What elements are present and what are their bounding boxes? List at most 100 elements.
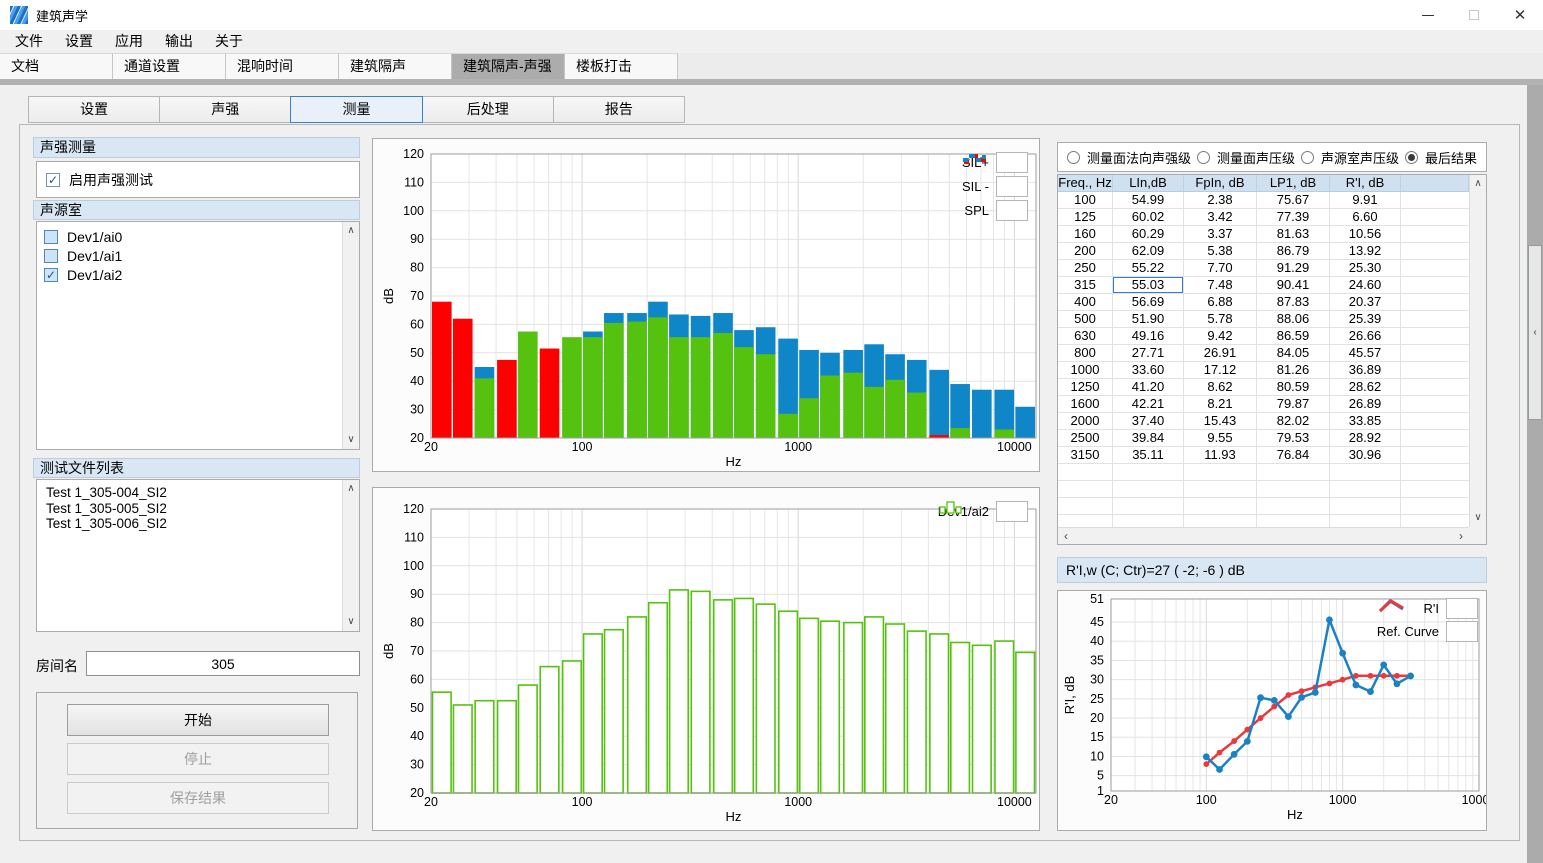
table-cell[interactable]: 160: [1058, 226, 1113, 242]
table-cell[interactable]: 13.92: [1330, 243, 1401, 259]
subtab-2[interactable]: 测量: [290, 96, 422, 123]
table-cell[interactable]: 26.66: [1330, 328, 1401, 344]
table-cell[interactable]: 6.88: [1184, 294, 1257, 310]
table-cell[interactable]: 5.38: [1184, 243, 1257, 259]
table-cell[interactable]: 7.70: [1184, 260, 1257, 276]
table-cell[interactable]: 28.92: [1330, 430, 1401, 446]
radio-icon[interactable]: [1301, 151, 1314, 164]
table-cell[interactable]: 3.37: [1184, 226, 1257, 242]
table-cell[interactable]: 10.56: [1330, 226, 1401, 242]
table-cell[interactable]: 8.21: [1184, 396, 1257, 412]
table-cell[interactable]: 2000: [1058, 413, 1113, 429]
table-cell[interactable]: 33.60: [1113, 362, 1184, 378]
table-cell[interactable]: 2500: [1058, 430, 1113, 446]
table-cell[interactable]: 3150: [1058, 447, 1113, 463]
table-cell[interactable]: 28.62: [1330, 379, 1401, 395]
table-cell[interactable]: 800: [1058, 345, 1113, 361]
table-cell[interactable]: 315: [1058, 277, 1113, 293]
menu-item-2[interactable]: 应用: [104, 30, 154, 53]
channel-item-1[interactable]: Dev1/ai1: [37, 246, 359, 265]
close-icon[interactable]: ✕: [1497, 0, 1543, 30]
enable-si-test-row[interactable]: ✓ 启用声强测试: [36, 161, 360, 198]
table-cell[interactable]: 7.48: [1184, 277, 1257, 293]
table-cell[interactable]: 54.99: [1113, 192, 1184, 208]
table-cell[interactable]: 250: [1058, 260, 1113, 276]
menu-item-4[interactable]: 关于: [204, 30, 254, 53]
enable-si-checkbox[interactable]: ✓: [46, 173, 60, 187]
table-cell[interactable]: 90.41: [1257, 277, 1330, 293]
table-cell[interactable]: 33.85: [1330, 413, 1401, 429]
channel-checkbox[interactable]: [44, 230, 58, 244]
table-cell[interactable]: 39.84: [1113, 430, 1184, 446]
table-cell[interactable]: 87.83: [1257, 294, 1330, 310]
table-cell[interactable]: 25.39: [1330, 311, 1401, 327]
tab-3[interactable]: 建筑隔声: [339, 53, 452, 79]
table-cell[interactable]: 15.43: [1184, 413, 1257, 429]
table-cell[interactable]: 82.02: [1257, 413, 1330, 429]
table-cell[interactable]: 45.57: [1330, 345, 1401, 361]
tab-5[interactable]: 楼板打击: [565, 53, 678, 79]
channel-list-scrollbar[interactable]: ∧ ∨: [342, 222, 359, 449]
radio-icon[interactable]: [1067, 151, 1080, 164]
subtab-4[interactable]: 报告: [553, 96, 685, 123]
table-cell[interactable]: 60.29: [1113, 226, 1184, 242]
table-cell[interactable]: 5.78: [1184, 311, 1257, 327]
table-cell[interactable]: 2.38: [1184, 192, 1257, 208]
table-cell[interactable]: 41.20: [1113, 379, 1184, 395]
room-name-input[interactable]: [86, 651, 360, 676]
table-cell[interactable]: 60.02: [1113, 209, 1184, 225]
radio-icon[interactable]: [1197, 151, 1210, 164]
tab-4[interactable]: 建筑隔声-声强: [452, 53, 565, 79]
table-cell[interactable]: 27.71: [1113, 345, 1184, 361]
table-cell[interactable]: 77.39: [1257, 209, 1330, 225]
table-cell[interactable]: 91.29: [1257, 260, 1330, 276]
table-cell[interactable]: 86.79: [1257, 243, 1330, 259]
scroll-down-icon[interactable]: ∨: [343, 617, 359, 627]
table-cell[interactable]: 55.22: [1113, 260, 1184, 276]
table-cell[interactable]: 9.91: [1330, 192, 1401, 208]
scroll-down-icon[interactable]: ∨: [343, 435, 359, 445]
table-cell[interactable]: 79.87: [1257, 396, 1330, 412]
table-cell[interactable]: 8.62: [1184, 379, 1257, 395]
maximize-icon[interactable]: [1451, 0, 1497, 30]
table-cell[interactable]: 6.60: [1330, 209, 1401, 225]
table-cell[interactable]: 20.37: [1330, 294, 1401, 310]
channel-item-2[interactable]: ✓Dev1/ai2: [37, 265, 359, 284]
file-list-scrollbar[interactable]: ∧ ∨: [342, 480, 359, 631]
start-button[interactable]: 开始: [67, 704, 329, 736]
table-cell[interactable]: 125: [1058, 209, 1113, 225]
radio-icon[interactable]: [1405, 151, 1418, 164]
table-cell[interactable]: 630: [1058, 328, 1113, 344]
table-cell[interactable]: 11.93: [1184, 447, 1257, 463]
tab-1[interactable]: 通道设置: [113, 53, 226, 79]
scroll-up-icon[interactable]: ∧: [343, 226, 359, 236]
table-cell[interactable]: 17.12: [1184, 362, 1257, 378]
table-cell[interactable]: 1000: [1058, 362, 1113, 378]
table-cell[interactable]: 35.11: [1113, 447, 1184, 463]
table-cell[interactable]: 56.69: [1113, 294, 1184, 310]
save-result-button[interactable]: 保存结果: [67, 782, 329, 814]
table-cell[interactable]: 88.06: [1257, 311, 1330, 327]
table-cell[interactable]: 1250: [1058, 379, 1113, 395]
table-cell[interactable]: 500: [1058, 311, 1113, 327]
table-cell[interactable]: 100: [1058, 192, 1113, 208]
channel-checkbox[interactable]: ✓: [44, 268, 58, 282]
scroll-up-icon[interactable]: ∧: [1470, 179, 1486, 189]
test-file-item-1[interactable]: Test 1_305-005_SI2: [37, 501, 359, 517]
table-cell[interactable]: 81.63: [1257, 226, 1330, 242]
table-cell[interactable]: 26.89: [1330, 396, 1401, 412]
menu-item-0[interactable]: 文件: [4, 30, 54, 53]
table-cell[interactable]: 51.90: [1113, 311, 1184, 327]
table-cell[interactable]: 81.26: [1257, 362, 1330, 378]
table-cell[interactable]: 80.59: [1257, 379, 1330, 395]
table-cell[interactable]: 24.60: [1330, 277, 1401, 293]
tab-0[interactable]: 文档: [0, 53, 113, 79]
channel-item-0[interactable]: Dev1/ai0: [37, 227, 359, 246]
test-file-item-0[interactable]: Test 1_305-004_SI2: [37, 485, 359, 501]
radio-option-2[interactable]: 声源室声压级: [1301, 148, 1399, 167]
scroll-right-icon[interactable]: ›: [1459, 529, 1463, 543]
table-cell[interactable]: 200: [1058, 243, 1113, 259]
scroll-down-icon[interactable]: ∨: [1470, 513, 1486, 523]
table-cell[interactable]: 26.91: [1184, 345, 1257, 361]
stop-button[interactable]: 停止: [67, 743, 329, 775]
